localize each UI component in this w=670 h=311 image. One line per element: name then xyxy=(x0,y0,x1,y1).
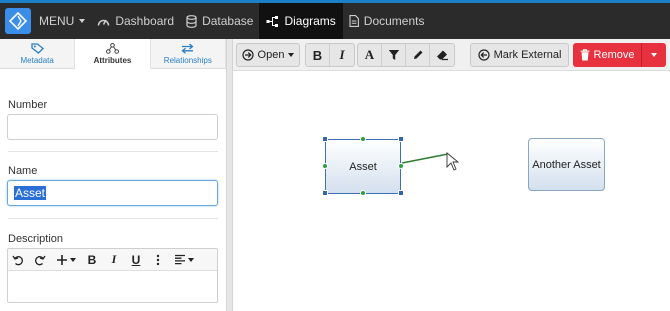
exchange-icon xyxy=(181,43,194,54)
node-label: Asset xyxy=(349,160,377,173)
section-divider xyxy=(8,218,218,219)
diagram-canvas[interactable]: Asset Another Asset xyxy=(233,72,670,311)
caret-down-icon xyxy=(651,53,657,57)
bold-label: B xyxy=(312,47,323,63)
nav-label-documents: Documents xyxy=(363,14,425,28)
resize-handle-sw[interactable] xyxy=(322,190,328,196)
underline-button[interactable]: U xyxy=(130,253,142,267)
remove-button[interactable]: Remove xyxy=(573,43,642,67)
app-window: MENU Dashboard Database Diagrams Documen… xyxy=(0,0,670,311)
nav-item-dashboard[interactable]: Dashboard xyxy=(91,3,180,39)
pencil-icon[interactable] xyxy=(406,44,430,66)
tab-label-attributes: Attributes xyxy=(93,55,132,65)
italic-button[interactable]: I xyxy=(108,252,120,267)
name-label: Name xyxy=(8,165,38,177)
remove-label: Remove xyxy=(593,49,635,61)
diagram-node-another-asset[interactable]: Another Asset xyxy=(528,138,605,191)
undo-icon[interactable] xyxy=(12,254,24,266)
more-vertical-icon[interactable] xyxy=(152,254,164,266)
text-format-group: B I xyxy=(305,43,355,67)
redo-icon[interactable] xyxy=(34,254,46,266)
top-navigation-bar: MENU Dashboard Database Diagrams Documen… xyxy=(0,0,670,39)
mouse-cursor-icon xyxy=(446,152,460,171)
font-label: A xyxy=(364,47,375,62)
nav-item-database[interactable]: Database xyxy=(180,3,259,39)
name-input[interactable]: Asset xyxy=(7,180,218,206)
nav-item-documents[interactable]: Documents xyxy=(343,3,431,39)
remove-dropdown-toggle[interactable] xyxy=(642,43,666,67)
nav-label-diagrams: Diagrams xyxy=(284,14,336,28)
document-icon xyxy=(349,15,359,27)
remove-button-group: Remove xyxy=(573,43,666,67)
description-input[interactable] xyxy=(8,271,217,302)
tab-metadata[interactable]: Metadata xyxy=(0,39,76,68)
caret-down-icon xyxy=(288,53,295,57)
resize-handle-se[interactable] xyxy=(398,190,404,196)
sitemap-icon xyxy=(105,42,119,54)
connection-point-right[interactable] xyxy=(398,163,404,169)
arrow-circle-left-icon xyxy=(477,49,490,61)
connector-line[interactable] xyxy=(401,153,449,164)
tag-icon xyxy=(31,42,44,54)
tab-attributes[interactable]: Attributes xyxy=(75,39,151,69)
panel-splitter[interactable] xyxy=(226,39,233,311)
description-label: Description xyxy=(8,233,64,245)
node-label: Another Asset xyxy=(532,158,601,171)
connection-point-left[interactable] xyxy=(322,163,328,169)
open-label: Open xyxy=(257,49,285,61)
tab-relationships[interactable]: Relationships xyxy=(150,39,226,68)
description-editor-toolbar: B I U xyxy=(8,249,217,271)
section-divider xyxy=(8,151,218,152)
menu-label: MENU xyxy=(39,14,75,28)
align-left-icon[interactable] xyxy=(174,254,194,265)
caret-down-icon xyxy=(79,19,86,23)
resize-handle-nw[interactable] xyxy=(322,136,328,142)
bold-button[interactable]: B xyxy=(306,44,330,66)
nav-label-database: Database xyxy=(202,14,254,28)
style-tools-group: A xyxy=(357,43,455,67)
tab-label-relationships: Relationships xyxy=(163,55,212,65)
italic-button[interactable]: I xyxy=(330,44,354,66)
app-logo-icon[interactable] xyxy=(5,8,31,34)
nav-label-dashboard: Dashboard xyxy=(115,14,175,28)
mark-external-label: Mark External xyxy=(493,49,562,61)
diagram-panel: Open B I A Mark External Remove Asset An… xyxy=(233,39,670,311)
resize-handle-ne[interactable] xyxy=(398,136,404,142)
properties-tabs: Metadata Attributes Relationships xyxy=(0,39,226,69)
caret-down-icon xyxy=(70,257,76,262)
italic-label: I xyxy=(339,47,345,62)
filter-icon[interactable] xyxy=(382,44,406,66)
name-input-selected-value: Asset xyxy=(14,186,47,200)
diagram-node-asset[interactable]: Asset xyxy=(325,139,401,194)
properties-panel: Metadata Attributes Relationships Number… xyxy=(0,39,226,311)
number-label: Number xyxy=(8,99,48,111)
gauge-icon xyxy=(98,19,110,26)
description-editor: B I U xyxy=(7,248,218,303)
diagram-icon xyxy=(266,15,279,27)
mark-external-button[interactable]: Mark External xyxy=(470,43,569,67)
caret-down-icon xyxy=(188,257,194,262)
tab-label-metadata: Metadata xyxy=(20,55,54,65)
nav-item-diagrams[interactable]: Diagrams xyxy=(259,3,343,39)
number-input[interactable] xyxy=(7,114,218,140)
connection-point-bottom[interactable] xyxy=(360,190,366,196)
eraser-icon[interactable] xyxy=(430,44,454,66)
connection-point-top[interactable] xyxy=(360,136,366,142)
insert-plus-icon[interactable] xyxy=(56,254,76,266)
database-icon xyxy=(186,14,197,28)
diagram-toolbar: Open B I A Mark External Remove xyxy=(233,39,670,71)
connector-layer xyxy=(401,152,460,171)
menu-dropdown[interactable]: MENU xyxy=(31,3,91,39)
arrow-circle-right-icon xyxy=(241,49,254,61)
trash-icon xyxy=(580,49,590,61)
font-button[interactable]: A xyxy=(358,44,382,66)
bold-button[interactable]: B xyxy=(86,253,98,267)
open-button[interactable]: Open xyxy=(236,43,300,67)
